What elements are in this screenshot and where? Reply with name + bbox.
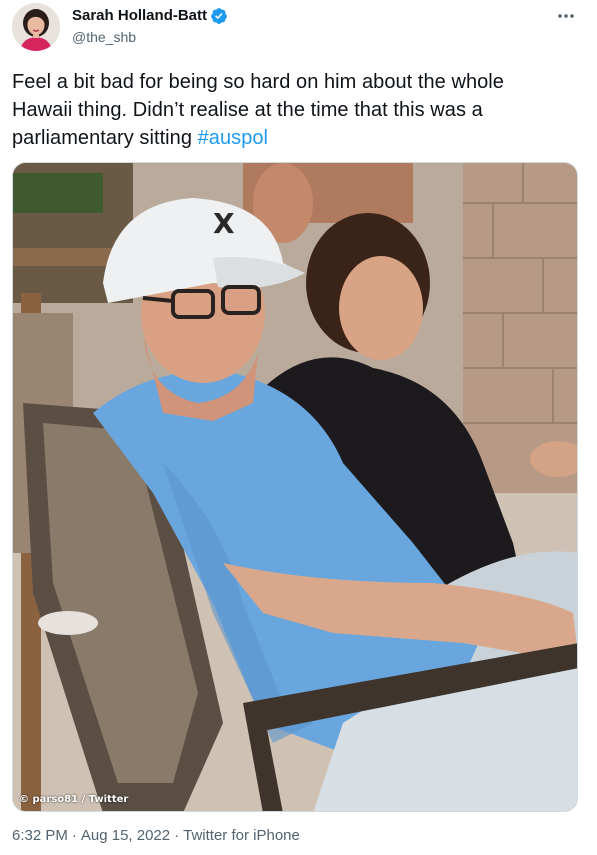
tweet-text: Feel a bit bad for being so hard on him … xyxy=(12,68,587,152)
tweet-date[interactable]: Aug 15, 2022 xyxy=(81,826,170,846)
photo-image: X xyxy=(13,163,577,811)
tweet-text-line: Hawaii thing. Didn’t realise at the time… xyxy=(12,99,483,121)
meta-separator: · xyxy=(174,827,180,844)
svg-text:X: X xyxy=(213,207,235,240)
tweet-time[interactable]: 6:32 PM xyxy=(12,826,68,846)
tweet-photo[interactable]: X © parso81 / Twitter xyxy=(12,162,578,812)
tweet: Sarah Holland-Batt @the_shb Feel a bit b… xyxy=(0,0,597,855)
photo-watermark: © parso81 / Twitter xyxy=(19,794,129,805)
hashtag-link[interactable]: #auspol xyxy=(198,127,268,149)
tweet-meta: 6:32 PM · Aug 15, 2022 · Twitter for iPh… xyxy=(12,826,300,846)
meta-separator: · xyxy=(71,827,77,844)
author-info[interactable]: Sarah Holland-Batt @the_shb xyxy=(72,6,228,47)
author-avatar[interactable] xyxy=(12,3,60,51)
tweet-text-line: Feel a bit bad for being so hard on him … xyxy=(12,71,504,93)
more-horizontal-icon xyxy=(558,14,574,18)
author-handle[interactable]: @the_shb xyxy=(72,27,228,47)
tweet-source[interactable]: Twitter for iPhone xyxy=(183,826,300,846)
avatar-photo xyxy=(12,3,60,51)
tweet-text-line: parliamentary sitting xyxy=(12,127,198,149)
more-options-button[interactable] xyxy=(553,6,579,26)
verified-badge-icon xyxy=(210,7,228,25)
author-display-name[interactable]: Sarah Holland-Batt xyxy=(72,6,207,26)
